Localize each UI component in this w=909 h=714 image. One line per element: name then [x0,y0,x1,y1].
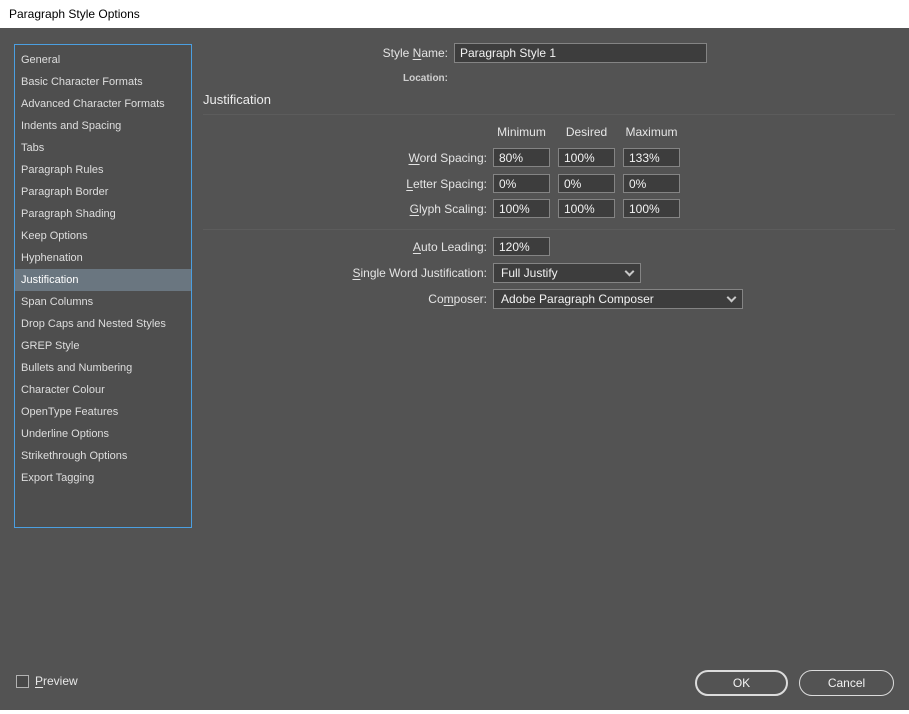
word-spacing-minimum-input[interactable] [493,148,550,167]
sidebar-panel-list: General Basic Character Formats Advanced… [14,44,192,528]
ok-button[interactable]: OK [695,670,788,696]
panel-title: Justification [203,92,271,107]
sidebar-item-underline-options[interactable]: Underline Options [15,423,191,445]
composer-dropdown[interactable]: Adobe Paragraph Composer [493,289,743,309]
glyph-scaling-maximum-input[interactable] [623,199,680,218]
sidebar-item-justification[interactable]: Justification [15,269,191,291]
window-title: Paragraph Style Options [9,7,140,21]
chevron-down-icon [625,266,635,276]
sidebar-item-keep-options[interactable]: Keep Options [15,225,191,247]
word-spacing-label: Word Spacing: [203,151,493,165]
sidebar-item-drop-caps-and-nested-styles[interactable]: Drop Caps and Nested Styles [15,313,191,335]
paragraph-style-options-dialog: Paragraph Style Options General Basic Ch… [0,0,909,714]
sidebar-item-opentype-features[interactable]: OpenType Features [15,401,191,423]
column-header-maximum: Maximum [623,125,680,139]
letter-spacing-label: Letter Spacing: [203,177,493,191]
letter-spacing-minimum-input[interactable] [493,174,550,193]
location-label: Location: [203,73,454,84]
style-name-label: Style Name: [203,46,454,60]
cancel-button[interactable]: Cancel [799,670,894,696]
sidebar-item-hyphenation[interactable]: Hyphenation [15,247,191,269]
letter-spacing-desired-input[interactable] [558,174,615,193]
single-word-justification-dropdown[interactable]: Full Justify [493,263,641,283]
sidebar-item-indents-and-spacing[interactable]: Indents and Spacing [15,115,191,137]
sidebar-item-basic-character-formats[interactable]: Basic Character Formats [15,71,191,93]
sidebar-item-paragraph-border[interactable]: Paragraph Border [15,181,191,203]
titlebar: Paragraph Style Options [0,0,909,28]
sidebar-item-span-columns[interactable]: Span Columns [15,291,191,313]
single-word-justification-value: Full Justify [501,266,558,280]
column-header-desired: Desired [558,125,615,139]
glyph-scaling-minimum-input[interactable] [493,199,550,218]
auto-leading-input[interactable] [493,237,550,256]
auto-leading-label: Auto Leading: [203,240,493,254]
composer-value: Adobe Paragraph Composer [501,292,654,306]
sidebar-item-advanced-character-formats[interactable]: Advanced Character Formats [15,93,191,115]
sidebar-item-general[interactable]: General [15,49,191,71]
style-name-input[interactable] [454,43,707,63]
divider-middle [203,229,895,230]
word-spacing-maximum-input[interactable] [623,148,680,167]
sidebar-item-tabs[interactable]: Tabs [15,137,191,159]
sidebar-item-export-tagging[interactable]: Export Tagging [15,467,191,489]
sidebar-item-paragraph-shading[interactable]: Paragraph Shading [15,203,191,225]
chevron-down-icon [727,292,737,302]
composer-label: Composer: [203,292,493,306]
spacing-column-headers: Minimum Desired Maximum [493,125,688,139]
column-header-minimum: Minimum [493,125,550,139]
divider-top [203,114,895,115]
sidebar-item-character-colour[interactable]: Character Colour [15,379,191,401]
sidebar-item-paragraph-rules[interactable]: Paragraph Rules [15,159,191,181]
glyph-scaling-desired-input[interactable] [558,199,615,218]
bottom-strip [0,710,909,714]
sidebar-item-strikethrough-options[interactable]: Strikethrough Options [15,445,191,467]
word-spacing-desired-input[interactable] [558,148,615,167]
sidebar-item-bullets-and-numbering[interactable]: Bullets and Numbering [15,357,191,379]
letter-spacing-maximum-input[interactable] [623,174,680,193]
glyph-scaling-label: Glyph Scaling: [203,202,493,216]
preview-label: Preview [35,674,78,688]
preview-checkbox[interactable] [16,675,29,688]
single-word-justification-label: Single Word Justification: [203,266,493,280]
sidebar-item-grep-style[interactable]: GREP Style [15,335,191,357]
